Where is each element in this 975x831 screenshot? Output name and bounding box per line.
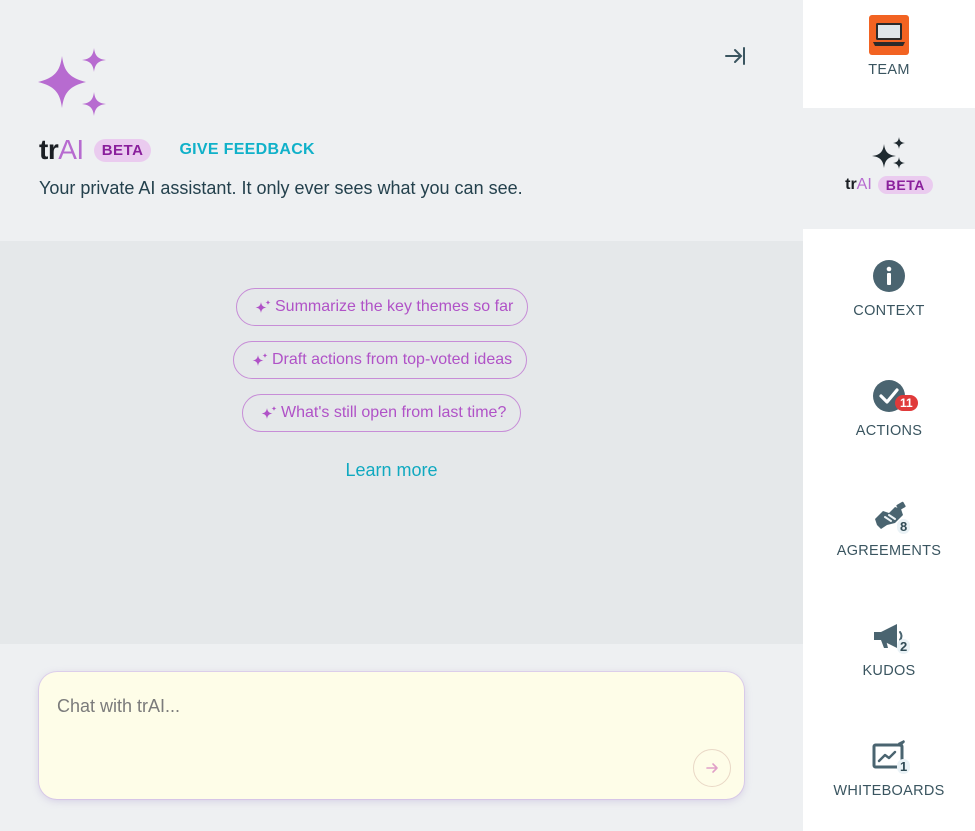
sidebar-item-trai[interactable]: trAI BETA xyxy=(803,108,975,229)
sparkle-mini-icon xyxy=(255,300,271,313)
chat-box xyxy=(39,672,744,799)
actions-count-badge: 11 xyxy=(895,395,918,411)
send-button[interactable] xyxy=(693,749,731,787)
agreements-icon-wrap: 8 xyxy=(867,495,911,537)
suggestions-area: Summarize the key themes so far Draft ac… xyxy=(0,241,803,644)
context-icon-wrap xyxy=(867,255,911,297)
main-panel: trAI BETA GIVE FEEDBACK Your private AI … xyxy=(0,0,803,831)
sidebar-item-agreements[interactable]: 8 AGREEMENTS xyxy=(803,469,975,589)
brand-title: trAI xyxy=(39,134,84,166)
sidebar-item-label: ACTIONS xyxy=(855,423,923,439)
agreements-count: 8 xyxy=(897,519,911,534)
collapse-right-icon xyxy=(725,47,745,65)
sparkle-mini-icon xyxy=(261,406,277,419)
suggestion-chip[interactable]: Draft actions from top-voted ideas xyxy=(233,341,528,379)
brand-prefix: tr xyxy=(39,134,59,165)
trai-header: trAI BETA GIVE FEEDBACK Your private AI … xyxy=(0,0,803,241)
actions-icon-wrap: 11 xyxy=(867,375,918,417)
sidebar-item-context[interactable]: CONTEXT xyxy=(803,229,975,349)
sidebar-item-team[interactable]: TEAM xyxy=(803,0,975,108)
title-row: trAI BETA GIVE FEEDBACK xyxy=(39,134,315,166)
brand-prefix: tr xyxy=(845,176,857,193)
kudos-icon-wrap: 2 xyxy=(867,615,911,657)
right-sidebar: TEAM trAI BETA CONTEXT 11 ACTIONS 8 AGRE… xyxy=(803,0,975,831)
sparkles-icon xyxy=(872,137,905,169)
beta-badge: BETA xyxy=(877,176,933,194)
brand-suffix: AI xyxy=(58,134,84,165)
sidebar-item-label: AGREEMENTS xyxy=(836,543,942,559)
learn-more-row: Learn more xyxy=(0,460,783,481)
trai-label-row: trAI BETA xyxy=(845,176,933,194)
sidebar-item-kudos[interactable]: 2 KUDOS xyxy=(803,589,975,709)
sidebar-item-whiteboards[interactable]: 1 WHITEBOARDS xyxy=(803,709,975,831)
suggestion-chip[interactable]: Summarize the key themes so far xyxy=(236,288,529,326)
team-avatar xyxy=(867,14,911,56)
sidebar-item-actions[interactable]: 11 ACTIONS xyxy=(803,349,975,469)
suggestion-label: What's still open from last time? xyxy=(281,404,507,421)
sidebar-item-label: WHITEBOARDS xyxy=(833,783,945,799)
sidebar-item-label: CONTEXT xyxy=(853,303,925,319)
collapse-panel-button[interactable] xyxy=(720,42,750,70)
sidebar-item-label: KUDOS xyxy=(862,663,916,679)
whiteboards-count: 1 xyxy=(897,759,911,774)
sparkles-icon xyxy=(38,48,106,116)
trai-brand: trAI xyxy=(845,176,872,194)
suggestion-label: Summarize the key themes so far xyxy=(275,298,514,315)
chat-input[interactable] xyxy=(57,686,677,726)
learn-more-link[interactable]: Learn more xyxy=(345,460,437,480)
sparkle-mini-icon xyxy=(252,353,268,366)
info-icon xyxy=(873,260,905,292)
subtitle: Your private AI assistant. It only ever … xyxy=(39,178,523,198)
laptop-icon xyxy=(869,15,909,55)
suggestion-chip[interactable]: What's still open from last time? xyxy=(242,394,522,432)
sidebar-item-label: TEAM xyxy=(868,62,910,78)
trai-icon-wrap xyxy=(867,136,911,172)
give-feedback-link[interactable]: GIVE FEEDBACK xyxy=(179,141,314,159)
kudos-count: 2 xyxy=(897,639,911,654)
arrow-right-icon xyxy=(706,763,718,773)
beta-badge: BETA xyxy=(93,138,152,162)
brand-suffix: AI xyxy=(856,176,872,193)
whiteboards-icon-wrap: 1 xyxy=(867,735,911,777)
suggestion-label: Draft actions from top-voted ideas xyxy=(272,351,513,368)
